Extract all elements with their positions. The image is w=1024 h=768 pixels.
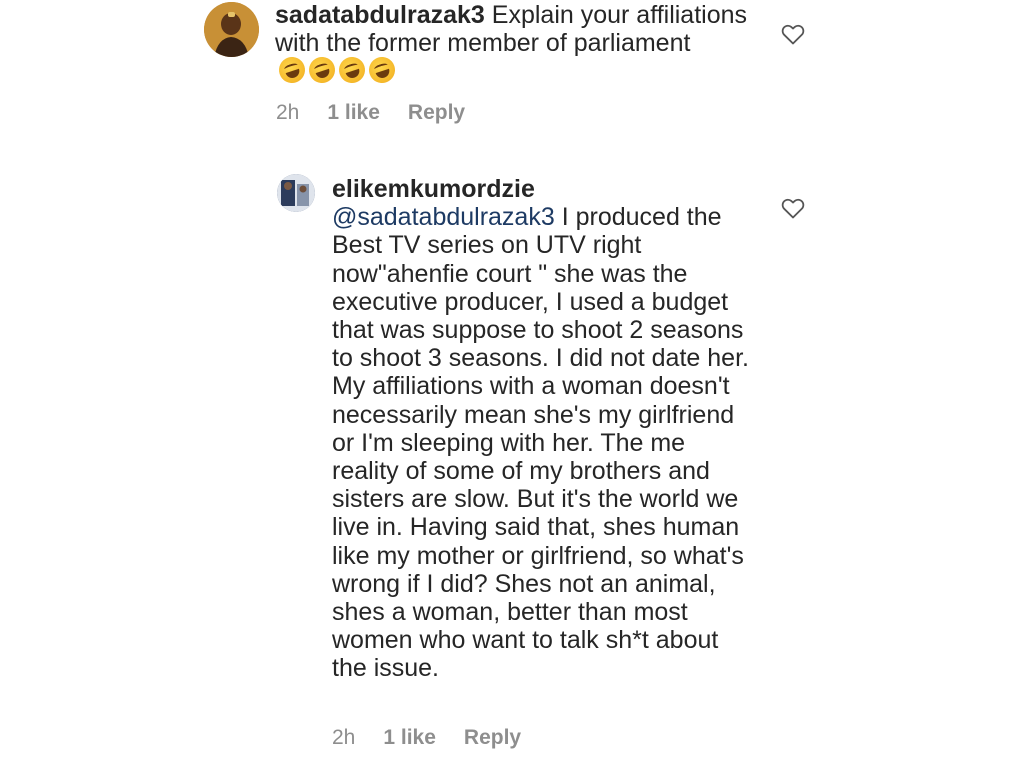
heart-outline-icon[interactable] bbox=[781, 23, 805, 45]
rolling-on-floor-laughing-emoji bbox=[305, 54, 339, 87]
comment-username[interactable]: sadatabdulrazak3 bbox=[275, 1, 485, 29]
comment-likes[interactable]: 1 like bbox=[327, 101, 380, 125]
heart-outline-icon[interactable] bbox=[781, 197, 805, 219]
comment-username[interactable]: elikemkumordzie bbox=[332, 175, 752, 203]
reply-button[interactable]: Reply bbox=[408, 101, 465, 125]
comment-text: elikemkumordzie @sadatabdulrazak3 I prod… bbox=[332, 175, 752, 683]
rolling-on-floor-laughing-emoji bbox=[275, 54, 309, 87]
emoji-group bbox=[275, 54, 399, 89]
comment-likes[interactable]: 1 like bbox=[383, 726, 436, 750]
comment-time: 2h bbox=[276, 101, 300, 124]
comment-meta: 2h 1 like Reply bbox=[276, 101, 465, 125]
comment-text: sadatabdulrazak3 Explain your affiliatio… bbox=[275, 1, 755, 90]
avatar[interactable] bbox=[277, 174, 315, 212]
avatar-image bbox=[204, 2, 259, 57]
mention-link[interactable]: @sadatabdulrazak3 bbox=[332, 203, 555, 231]
comment-thread: sadatabdulrazak3 Explain your affiliatio… bbox=[0, 0, 1024, 768]
avatar[interactable] bbox=[204, 2, 259, 57]
reply-button[interactable]: Reply bbox=[464, 726, 521, 750]
comment-message: I produced the Best TV series on UTV rig… bbox=[332, 203, 749, 683]
comment-meta: 2h 1 like Reply bbox=[332, 726, 521, 750]
comment-time: 2h bbox=[332, 726, 356, 749]
avatar-image bbox=[277, 174, 315, 212]
rolling-on-floor-laughing-emoji bbox=[365, 54, 399, 87]
rolling-on-floor-laughing-emoji bbox=[335, 54, 369, 87]
